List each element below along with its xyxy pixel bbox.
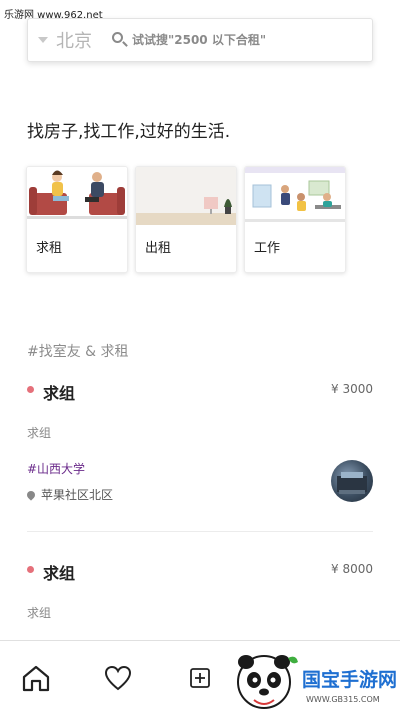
post-price: ¥ 3000 (331, 382, 373, 396)
logo-watermark-url: WWW.GB315.COM (306, 695, 380, 704)
post-subtitle: 求组 (27, 426, 52, 440)
logo-watermark: 国宝手游网 WWW.GB315.COM (230, 650, 400, 711)
post-status-dot (27, 386, 34, 393)
category-label: 工作 (254, 241, 281, 256)
category-label: 出租 (145, 241, 172, 256)
home-icon (22, 665, 50, 692)
city-dropdown-caret-icon[interactable] (38, 37, 48, 43)
nav-favorites-button[interactable] (100, 661, 136, 695)
rent-out-illustration (136, 167, 236, 225)
post-location-text: 苹果社区北区 (41, 488, 114, 502)
search-icon (112, 32, 128, 48)
post-title: 求组 (43, 384, 76, 403)
post-title: 求组 (43, 564, 76, 583)
page-slogan: 找房子,找工作,过好的生活. (27, 122, 231, 142)
rent-seek-illustration (27, 167, 127, 225)
search-input[interactable] (132, 33, 332, 47)
avatar[interactable] (331, 460, 373, 502)
post-location: 苹果社区北区 (25, 486, 114, 503)
logo-watermark-text: 国宝手游网 (302, 668, 397, 691)
post-item[interactable]: 求组 ¥ 3000 求组 #山西大学 苹果社区北区 (25, 380, 373, 510)
section-title: #找室友 & 求租 (27, 344, 129, 360)
city-selector[interactable]: 北京 (56, 27, 92, 53)
post-price: ¥ 8000 (331, 562, 373, 576)
heart-icon (104, 665, 132, 691)
location-pin-icon (25, 488, 37, 501)
nav-post-button[interactable] (182, 661, 218, 695)
category-label: 求租 (36, 241, 63, 256)
category-card-rent-seek[interactable]: 求租 (26, 166, 128, 273)
category-card-jobs[interactable]: 工作 (244, 166, 346, 273)
divider (27, 531, 373, 532)
post-status-dot (27, 566, 34, 573)
category-cards: 求租 出租 工作 (26, 166, 346, 273)
search-bar[interactable]: 北京 (27, 18, 373, 62)
plus-square-icon (190, 668, 210, 688)
category-card-rent-out[interactable]: 出租 (135, 166, 237, 273)
post-subtitle: 求组 (27, 606, 52, 620)
post-tag-link[interactable]: #山西大学 (27, 460, 85, 477)
jobs-illustration (245, 167, 345, 225)
post-item[interactable]: 求组 ¥ 8000 求组 (27, 560, 373, 630)
nav-home-button[interactable] (18, 661, 54, 695)
